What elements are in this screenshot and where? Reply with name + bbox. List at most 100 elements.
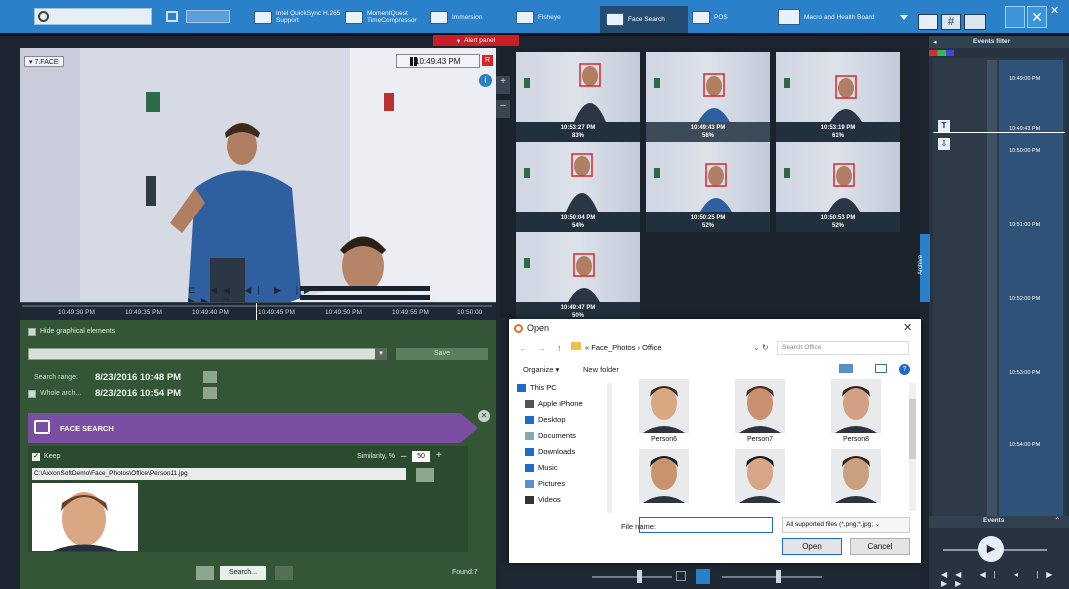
zoom-slider[interactable] xyxy=(722,576,822,578)
slider-thumb[interactable] xyxy=(776,570,781,583)
tab-immersion[interactable]: Immersion xyxy=(430,7,510,27)
file-name-input[interactable] xyxy=(639,517,773,533)
keep-label: Keep xyxy=(44,453,61,460)
result-thumbnail[interactable]: 10:53:27 PM 83% xyxy=(516,52,640,142)
layout-grid-icon[interactable] xyxy=(918,14,938,30)
nav-item[interactable]: Apple iPhone xyxy=(525,399,583,409)
preset-dropdown[interactable] xyxy=(28,348,386,360)
help-icon[interactable]: ? xyxy=(899,364,910,375)
search-input[interactable] xyxy=(34,8,152,25)
keep-checkbox[interactable]: ✓ xyxy=(32,453,40,461)
tab-macro-health[interactable]: Macro and Health Board xyxy=(778,7,888,27)
close-filter-icon[interactable]: ✕ xyxy=(478,410,490,422)
video-viewport[interactable]: ▾ 7.FACE 10:49:43 PM R i ⊏ ◀◀ ◀| ▶ |▶ ▶▶… xyxy=(20,48,496,302)
tab-pos[interactable]: POS xyxy=(692,7,772,27)
file-item[interactable]: Person6 xyxy=(633,379,695,445)
file-path-field[interactable]: C:\AxxonSoftDemo\Face_Photos\Office\Pers… xyxy=(32,468,406,480)
back-arrow-icon[interactable]: ← xyxy=(519,343,528,353)
view-options-icon[interactable] xyxy=(839,364,853,373)
export-events-icon[interactable]: ⇩ xyxy=(938,138,950,150)
folder-icon xyxy=(517,384,526,393)
new-folder-button[interactable]: New folder xyxy=(583,365,619,374)
tab-fisheye[interactable]: Fisheye xyxy=(516,7,596,27)
search-mode-icon[interactable] xyxy=(1005,6,1025,28)
export-icon[interactable] xyxy=(275,566,293,580)
nav-item[interactable]: Desktop xyxy=(525,415,566,425)
timeline-track[interactable] xyxy=(987,60,997,516)
calendar-icon[interactable] xyxy=(203,371,217,383)
result-time: 10:49:43 PM xyxy=(690,125,726,131)
result-thumbnail[interactable]: 10:49:47 PM 50% xyxy=(516,232,640,322)
increase-icon[interactable]: + xyxy=(436,450,442,461)
open-button[interactable]: Open xyxy=(782,538,842,555)
calendar-icon[interactable] xyxy=(203,387,217,399)
nav-item[interactable]: Pictures xyxy=(525,479,565,489)
file-item[interactable] xyxy=(633,449,695,515)
file-item[interactable] xyxy=(825,449,887,515)
face-detect-icon[interactable] xyxy=(696,569,710,584)
nav-item[interactable]: Music xyxy=(525,463,558,473)
dialog-search-box[interactable]: Search Office xyxy=(777,341,909,355)
address-bar[interactable]: « Face_Photos › Office xyxy=(571,341,771,355)
nav-item[interactable]: This PC xyxy=(517,383,557,393)
result-thumbnail[interactable]: 10:50:25 PM 52% xyxy=(646,142,770,232)
frame-icon[interactable] xyxy=(676,571,686,581)
zoom-out-icon[interactable]: – xyxy=(496,100,510,118)
preview-pane-icon[interactable] xyxy=(875,364,887,373)
play-button[interactable]: ▶ xyxy=(978,536,1004,562)
save-button[interactable]: Save xyxy=(396,348,488,360)
dropdown-arrow-icon[interactable]: ▾ xyxy=(375,348,387,360)
tab-intel-quicksync[interactable]: Intel QuickSync H.265 Support xyxy=(254,7,344,27)
close-icon[interactable]: ✕ xyxy=(1050,4,1064,18)
timeline-cursor[interactable] xyxy=(256,303,257,321)
fullscreen-icon[interactable] xyxy=(964,14,986,30)
search-button[interactable]: Search... xyxy=(220,566,266,580)
result-thumbnail[interactable]: 10:53:19 PM 61% xyxy=(776,52,900,142)
nav-item[interactable]: Downloads xyxy=(525,447,575,457)
zoom-in-icon[interactable]: + xyxy=(496,76,510,94)
info-icon[interactable]: i xyxy=(479,74,492,87)
browse-button[interactable] xyxy=(416,468,434,482)
similarity-input[interactable]: 50 xyxy=(412,451,430,462)
decrease-icon[interactable]: – xyxy=(401,451,407,462)
pause-icon[interactable] xyxy=(410,57,413,66)
playback-buttons[interactable]: ◀◀ ◀| ◂ |▶ ▶▶ xyxy=(941,570,1061,588)
file-item[interactable]: Person8 xyxy=(825,379,887,445)
files-scrollbar[interactable] xyxy=(909,383,916,511)
breadcrumb-item[interactable]: Office xyxy=(642,343,661,352)
alert-panel-tab[interactable]: ▾ Alert panel xyxy=(433,35,519,46)
cancel-button[interactable]: Cancel xyxy=(850,538,910,555)
file-type-select[interactable]: All supported files (*.png;*.jpg; ⌄ xyxy=(782,517,910,533)
tabs-dropdown-icon[interactable] xyxy=(900,15,908,20)
slider-thumb[interactable] xyxy=(637,570,642,583)
expand-icon[interactable]: ⌃ xyxy=(1054,516,1061,525)
breadcrumb-item[interactable]: Face_Photos xyxy=(591,343,635,352)
playback-controls[interactable]: ⊏ ◀◀ ◀| ▶ |▶ ▶▶ ⊐ xyxy=(188,285,338,302)
brightness-slider[interactable] xyxy=(592,576,672,578)
layout-selector[interactable] xyxy=(186,10,230,23)
nav-scrollbar[interactable] xyxy=(607,383,612,513)
result-thumbnail[interactable]: 10:50:04 PM 54% xyxy=(516,142,640,232)
whole-archive-checkbox[interactable] xyxy=(28,390,36,398)
hide-graphical-checkbox[interactable] xyxy=(28,328,36,336)
file-item[interactable] xyxy=(729,449,791,515)
organize-menu[interactable]: Organize ▾ xyxy=(523,365,559,374)
nav-item[interactable]: Videos xyxy=(525,495,561,505)
result-thumbnail[interactable]: 10:49:43 PM 56% xyxy=(646,52,770,142)
nav-item[interactable]: Documents xyxy=(525,431,576,441)
up-arrow-icon[interactable]: ↑ xyxy=(557,343,562,353)
layout-hash-icon[interactable]: # xyxy=(941,14,961,30)
settings-tools-icon[interactable]: ✕ xyxy=(1027,6,1047,28)
grid-layout-icon[interactable] xyxy=(166,11,178,22)
tab-momentquest[interactable]: MomentQuest TimeCompressor xyxy=(345,7,427,27)
forward-arrow-icon[interactable]: → xyxy=(537,343,546,353)
dialog-close-icon[interactable]: ✕ xyxy=(903,321,912,334)
result-thumbnail[interactable]: 10:50:53 PM 52% xyxy=(776,142,900,232)
collapse-icon[interactable]: ◂ xyxy=(933,38,937,46)
refresh-icon[interactable]: ⌄ ↻ xyxy=(753,343,769,352)
file-item[interactable]: Person7 xyxy=(729,379,791,445)
timeline[interactable]: 10:49:30 PM 10:49:35 PM 10:49:40 PM 10:4… xyxy=(20,302,496,321)
tab-face-search[interactable]: Face Search xyxy=(600,6,688,33)
back-icon[interactable] xyxy=(196,566,214,580)
text-filter-icon[interactable]: T xyxy=(938,120,950,132)
